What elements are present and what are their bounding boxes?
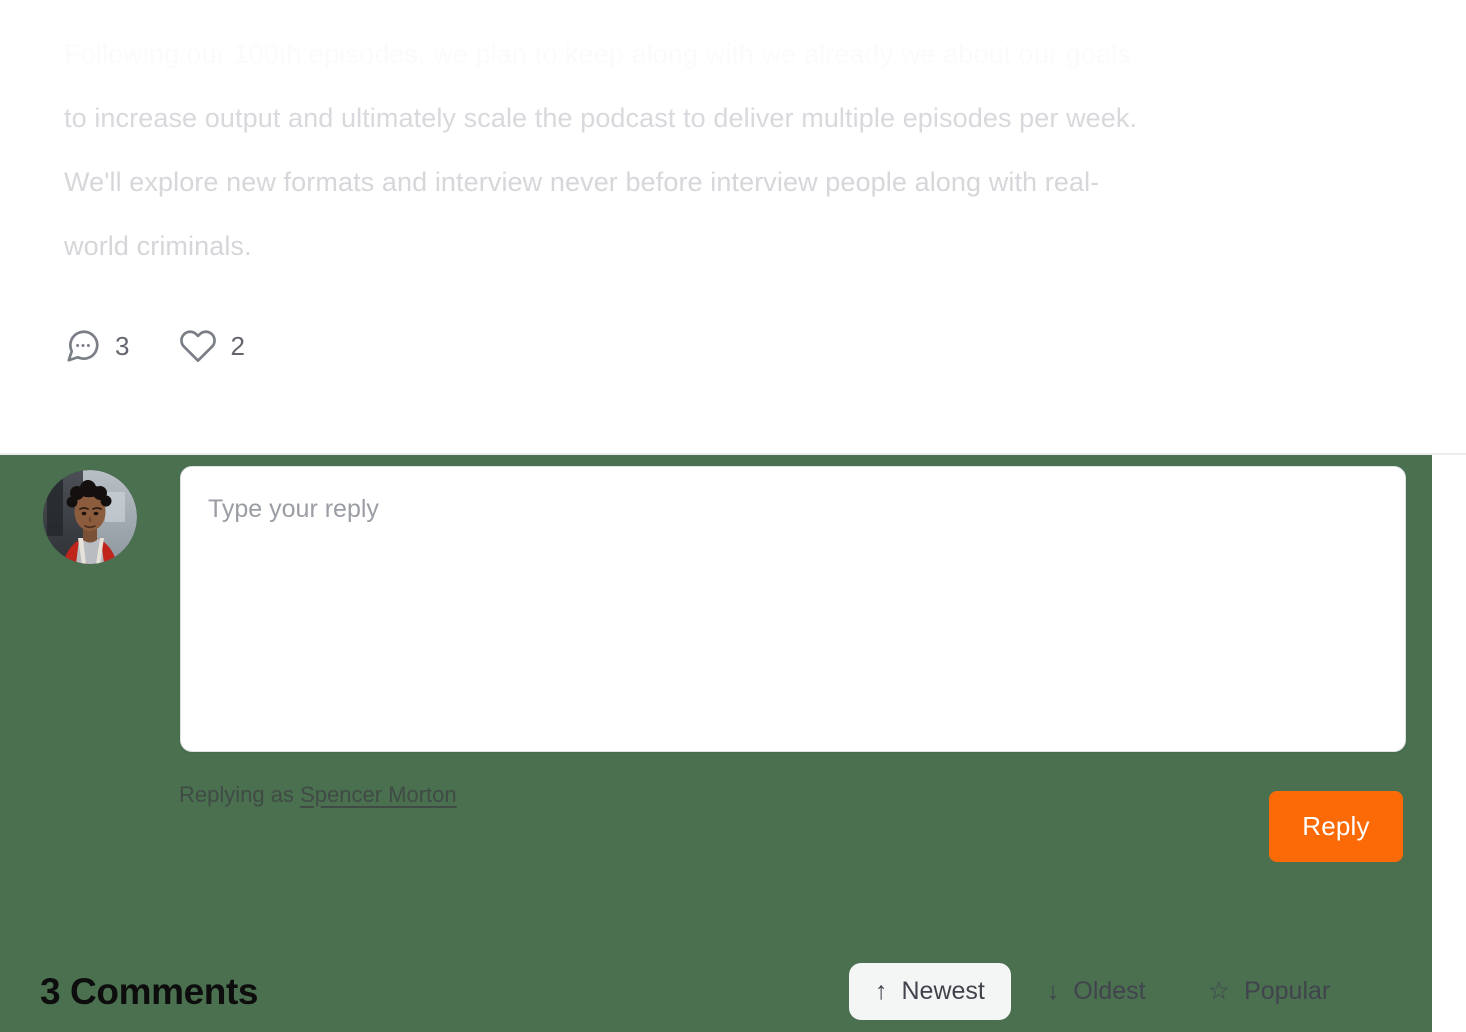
post-line-1: Following our 100th episodes, we plan to…: [64, 39, 1131, 69]
reply-input-placeholder: Type your reply: [208, 495, 379, 523]
sort-option-popular[interactable]: ☆ Popular: [1182, 963, 1357, 1020]
comment-count-button[interactable]: 3: [64, 327, 129, 365]
arrow-down-icon: ↓: [1046, 977, 1060, 1005]
post-line-2: to increase output and ultimately scale …: [64, 103, 1138, 133]
section-divider: [0, 453, 1466, 455]
avatar: [43, 470, 137, 564]
post-body: Following our 100th episodes, we plan to…: [0, 0, 1466, 455]
reply-submit-button[interactable]: Reply: [1269, 791, 1403, 862]
sort-option-popular-label: Popular: [1244, 977, 1331, 1005]
sort-option-newest[interactable]: ↑ Newest: [849, 963, 1011, 1020]
heart-icon: [179, 327, 217, 365]
reply-textarea-container[interactable]: Type your reply: [180, 466, 1406, 752]
like-count-value: 2: [230, 331, 245, 361]
post-line-4: world criminals.: [64, 231, 252, 261]
post-line-3: We'll explore new formats and interview …: [64, 167, 1100, 197]
comment-count-value: 3: [115, 331, 130, 361]
comments-page: Following our 100th episodes, we plan to…: [0, 0, 1466, 1032]
comments-count-title: 3 Comments: [40, 971, 259, 1012]
post-paragraph: Following our 100th episodes, we plan to…: [64, 22, 1404, 278]
sort-option-oldest[interactable]: ↓ Oldest: [1021, 963, 1172, 1020]
like-count-button[interactable]: 2: [179, 327, 245, 365]
replying-as-username-link[interactable]: Spencer Morton: [300, 782, 457, 807]
replying-as-prefix: Replying as: [179, 782, 301, 807]
star-icon: ☆: [1207, 977, 1231, 1005]
sort-option-oldest-label: Oldest: [1073, 977, 1146, 1005]
comment-sort-controls: ↑ Newest ↓ Oldest ☆ Popular: [849, 963, 1356, 1020]
arrow-up-icon: ↑: [875, 977, 888, 1005]
comment-bubble-icon: [64, 327, 102, 365]
engagement-row: 3 2: [64, 327, 245, 365]
sort-option-newest-label: Newest: [901, 977, 985, 1005]
replying-as-label: Replying as Spencer Morton: [179, 782, 457, 808]
